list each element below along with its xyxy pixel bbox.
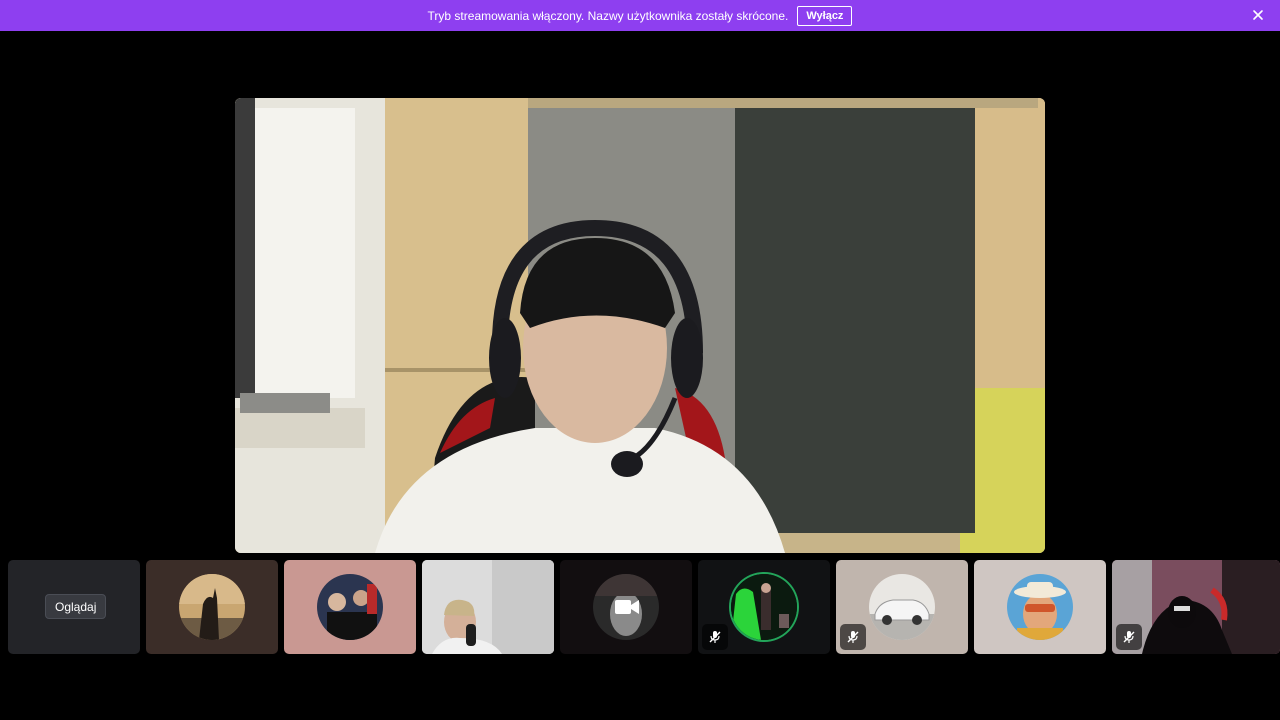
crowd-photo-avatar	[317, 574, 383, 640]
participant-tile[interactable]	[560, 560, 692, 654]
watch-tile[interactable]: Oglądaj	[8, 560, 140, 654]
main-video-stream[interactable]	[235, 98, 1045, 553]
participant-video-tile[interactable]	[1112, 560, 1280, 654]
participant-tile[interactable]	[698, 560, 830, 654]
green-light-avatar	[731, 574, 797, 640]
microphone-muted-icon	[840, 624, 866, 650]
sunset-silhouette-avatar	[179, 574, 245, 640]
microphone-muted-icon	[1116, 624, 1142, 650]
participant-tile[interactable]	[146, 560, 278, 654]
watch-button[interactable]: Oglądaj	[45, 594, 107, 619]
participant-tile[interactable]	[836, 560, 968, 654]
participant-tile[interactable]	[974, 560, 1106, 654]
close-icon[interactable]	[1250, 7, 1266, 23]
white-car-avatar	[869, 574, 935, 640]
participant-strip: Oglądaj	[0, 560, 1280, 654]
microphone-muted-icon	[702, 624, 728, 650]
streamer-mode-banner: Tryb streamowania włączony. Nazwy użytko…	[0, 0, 1280, 31]
participant-video-tile[interactable]	[422, 560, 554, 654]
sunglasses-hat-avatar	[1007, 574, 1073, 640]
banner-message: Tryb streamowania włączony. Nazwy użytko…	[427, 8, 789, 23]
video-camera-icon	[615, 598, 639, 621]
participant-tile[interactable]	[284, 560, 416, 654]
disable-streamer-mode-button[interactable]: Wyłącz	[797, 5, 853, 26]
person-with-microphone-video	[422, 560, 554, 654]
